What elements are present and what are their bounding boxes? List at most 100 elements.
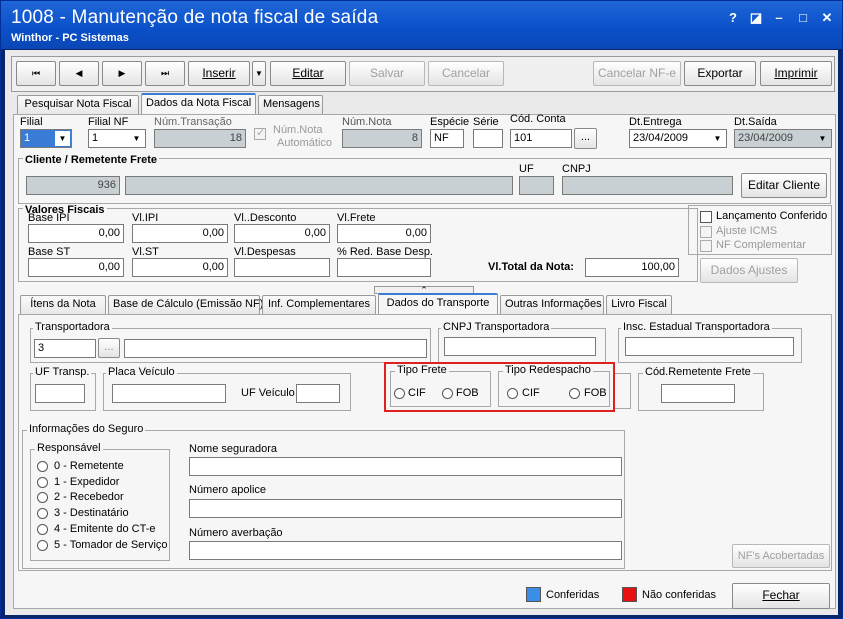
dt-entrega-field[interactable]: 23/04/2009 ▼ — [629, 129, 727, 148]
base-ipi-field[interactable]: 0,00 — [28, 224, 124, 243]
lancamento-checkbox[interactable] — [700, 211, 712, 223]
responsavel-radio-1[interactable] — [37, 477, 48, 488]
cancelar-button[interactable]: Cancelar — [428, 61, 504, 86]
transportadora-lookup-button[interactable]: ... — [98, 338, 120, 358]
vl-frete-label: Vl.Frete — [337, 212, 376, 224]
apolice-field[interactable] — [189, 499, 622, 518]
responsavel-radio-3[interactable] — [37, 508, 48, 519]
serie-field[interactable] — [473, 129, 503, 148]
cancelar-nfe-button[interactable]: Cancelar NF-e — [593, 61, 681, 86]
filial-label: Filial — [20, 116, 43, 128]
tab-livro-fiscal[interactable]: Livro Fiscal — [606, 295, 672, 314]
averbacao-field[interactable] — [189, 541, 622, 560]
chevron-down-icon[interactable]: ▼ — [710, 131, 725, 146]
num-transacao-label: Núm.Transação — [154, 116, 232, 128]
base-st-label: Base ST — [28, 246, 71, 258]
uf-label: UF — [519, 163, 534, 175]
maximize-button[interactable]: □ — [794, 9, 812, 27]
vl-st-field[interactable]: 0,00 — [132, 258, 228, 277]
ajuste-icms-label: Ajuste ICMS — [716, 225, 778, 237]
uf-transp-field[interactable] — [35, 384, 85, 403]
vl-total-field: 100,00 — [585, 258, 679, 277]
cod-remetente-field[interactable] — [661, 384, 735, 403]
next-record-button[interactable]: ▶ — [102, 61, 142, 86]
red-base-field[interactable] — [337, 258, 431, 277]
inserir-button[interactable]: Inserir — [188, 61, 250, 86]
salvar-button[interactable]: Salvar — [349, 61, 425, 86]
dados-ajustes-button[interactable]: Dados Ajustes — [700, 258, 798, 283]
base-st-field[interactable]: 0,00 — [28, 258, 124, 277]
tab-base-de-calculo[interactable]: Base de Cálculo (Emissão NF) — [108, 295, 263, 314]
seguradora-label: Nome seguradora — [189, 443, 278, 455]
uf-veiculo-field[interactable] — [296, 384, 340, 403]
responsavel-option-1: 1 - Expedidor — [54, 476, 120, 488]
num-nota-label: Núm.Nota — [342, 116, 392, 128]
cliente-code-field: 936 — [26, 176, 120, 195]
vl-despesas-field[interactable] — [234, 258, 330, 277]
tab-dados-da-nota-fiscal[interactable]: Dados da Nota Fiscal — [141, 93, 256, 114]
responsavel-option-3: 3 - Destinatário — [54, 507, 129, 519]
red-base-label: % Red. Base Desp. — [337, 246, 433, 258]
tab-mensagens[interactable]: Mensagens — [258, 95, 323, 114]
placa-veiculo-field[interactable] — [112, 384, 226, 403]
vl-total-label: Vl.Total da Nota: — [488, 261, 574, 273]
cod-conta-label: Cód. Conta — [510, 113, 566, 125]
tab-pesquisar-nota-fiscal[interactable]: Pesquisar Nota Fiscal — [17, 95, 139, 114]
filial-nf-select[interactable]: 1 ▼ — [88, 129, 146, 148]
ajuste-icms-checkbox[interactable] — [700, 226, 712, 238]
vl-ipi-label: Vl.IPI — [132, 212, 159, 224]
nfs-acobertadas-button[interactable]: NF's Acobertadas — [732, 544, 830, 568]
chevron-down-icon[interactable]: ▼ — [815, 131, 830, 146]
imprimir-button[interactable]: Imprimir — [760, 61, 832, 86]
responsavel-radio-0[interactable] — [37, 461, 48, 472]
uf-field — [519, 176, 554, 195]
vl-desconto-field[interactable]: 0,00 — [234, 224, 330, 243]
cod-conta-field[interactable]: 101 — [510, 129, 572, 148]
filial-select[interactable]: 1 ▼ — [20, 129, 72, 148]
cnpj-field — [562, 176, 733, 195]
filial-nf-value: 1 — [92, 132, 99, 144]
nf-complementar-checkbox[interactable] — [700, 240, 712, 252]
fechar-button[interactable]: Fechar — [732, 583, 830, 609]
uf-transp-label: UF Transp. — [33, 366, 92, 378]
inserir-dropdown-icon[interactable]: ▼ — [252, 61, 266, 86]
title-bar[interactable]: 1008 - Manutenção de nota fiscal de saíd… — [1, 1, 842, 49]
cnpj-transp-label: CNPJ Transportadora — [441, 321, 552, 333]
transportadora-code-field[interactable]: 3 — [34, 339, 96, 358]
filial-nf-label: Filial NF — [88, 116, 129, 128]
dt-entrega-value: 23/04/2009 — [633, 132, 689, 144]
chevron-down-icon[interactable]: ▼ — [55, 131, 70, 146]
restore-icon[interactable]: ◪ — [747, 9, 765, 27]
responsavel-radio-5[interactable] — [37, 540, 48, 551]
vl-ipi-field[interactable]: 0,00 — [132, 224, 228, 243]
insc-estadual-field[interactable] — [625, 337, 794, 356]
responsavel-radio-2[interactable] — [37, 492, 48, 503]
nao-conferidas-label: Não conferidas — [642, 589, 716, 601]
main-window: 1008 - Manutenção de nota fiscal de saíd… — [0, 0, 843, 619]
help-icon[interactable]: ? — [724, 9, 742, 27]
vl-frete-field[interactable]: 0,00 — [337, 224, 431, 243]
first-record-button[interactable]: ⏮ — [16, 61, 56, 86]
especie-label: Espécie — [430, 116, 470, 128]
chevron-down-icon[interactable]: ▼ — [129, 131, 144, 146]
editar-button[interactable]: Editar — [270, 61, 346, 86]
last-record-button[interactable]: ⏭ — [145, 61, 185, 86]
tab-itens-da-nota[interactable]: Ítens da Nota — [20, 295, 106, 314]
editar-cliente-button[interactable]: Editar Cliente — [741, 173, 827, 198]
cnpj-transp-field[interactable] — [444, 337, 596, 356]
seguradora-field[interactable] — [189, 457, 622, 476]
responsavel-radio-4[interactable] — [37, 524, 48, 535]
tab-outras-informacoes[interactable]: Outras Informações — [500, 295, 604, 314]
transportadora-name-field[interactable] — [124, 339, 427, 358]
especie-field[interactable]: NF — [430, 129, 464, 148]
close-button[interactable]: ✕ — [818, 9, 836, 27]
exportar-button[interactable]: Exportar — [684, 61, 756, 86]
minimize-button[interactable]: – — [770, 9, 788, 27]
cod-conta-lookup-button[interactable]: ... — [574, 128, 597, 149]
tab-inf-complementares[interactable]: Inf. Complementares — [262, 295, 376, 314]
dt-saida-field[interactable]: 23/04/2009 ▼ — [734, 129, 832, 148]
placa-veiculo-label: Placa Veículo — [106, 366, 177, 378]
num-nota-field: 8 — [342, 129, 422, 148]
tab-dados-do-transporte[interactable]: Dados do Transporte — [378, 293, 498, 314]
prev-record-button[interactable]: ◀ — [59, 61, 99, 86]
